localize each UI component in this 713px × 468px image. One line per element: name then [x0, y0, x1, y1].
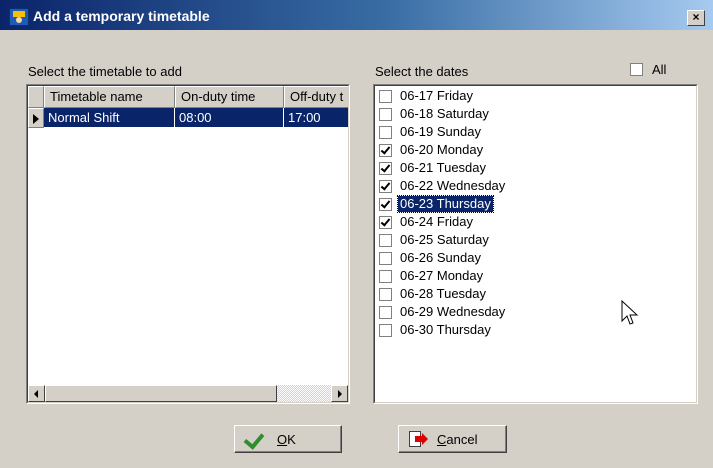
date-label[interactable]: 06-30 Thursday — [398, 322, 493, 338]
timetable-section-label: Select the timetable to add — [28, 64, 182, 79]
date-label[interactable]: 06-28 Tuesday — [398, 286, 488, 302]
cancel-button-label: Cancel — [437, 432, 478, 447]
ok-button[interactable]: OK — [234, 425, 342, 453]
date-label[interactable]: 06-20 Monday — [398, 142, 485, 158]
column-header-on-duty-time[interactable]: On-duty time — [175, 86, 284, 108]
scroll-left-button[interactable] — [28, 385, 45, 402]
checkmark-icon — [380, 216, 391, 227]
date-list-item[interactable]: 06-26 Sunday — [379, 250, 619, 268]
row-indicator — [28, 108, 44, 128]
date-list-item[interactable]: 06-19 Sunday — [379, 124, 619, 142]
checkmark-icon — [243, 428, 265, 450]
date-list-item[interactable]: 06-17 Friday — [379, 88, 619, 106]
date-label[interactable]: 06-17 Friday — [398, 88, 475, 104]
date-label[interactable]: 06-22 Wednesday — [398, 178, 507, 194]
date-list-item[interactable]: 06-22 Wednesday — [379, 178, 619, 196]
date-checkbox[interactable] — [379, 234, 392, 247]
column-header-off-duty-time[interactable]: Off-duty t — [284, 86, 348, 108]
cancel-button[interactable]: Cancel — [398, 425, 507, 453]
date-label[interactable]: 06-29 Wednesday — [398, 304, 507, 320]
mouse-pointer-icon — [621, 300, 639, 325]
date-label[interactable]: 06-23 Thursday — [397, 195, 494, 213]
horizontal-scrollbar[interactable] — [28, 385, 348, 402]
date-checkbox[interactable] — [379, 198, 392, 211]
date-list-item[interactable]: 06-21 Tuesday — [379, 160, 619, 178]
ok-button-label: OK — [277, 432, 296, 447]
title-bar[interactable]: Add a temporary timetable × — [0, 0, 713, 30]
cancel-arrow-icon — [409, 431, 428, 447]
date-list-item[interactable]: 06-20 Monday — [379, 142, 619, 160]
dates-list[interactable]: 06-17 Friday 06-18 Saturday 06-19 Sunday 06… — [373, 84, 698, 404]
date-label[interactable]: 06-19 Sunday — [398, 124, 483, 140]
date-checkbox[interactable] — [379, 90, 392, 103]
date-list-item[interactable]: 06-25 Saturday — [379, 232, 619, 250]
date-list-item[interactable]: 06-27 Monday — [379, 268, 619, 286]
date-list-item[interactable]: 06-28 Tuesday — [379, 286, 619, 304]
arrow-left-icon — [34, 390, 38, 398]
grid-header: Timetable name On-duty time Off-duty t — [28, 86, 348, 108]
date-checkbox[interactable] — [379, 252, 392, 265]
date-list-item[interactable]: 06-29 Wednesday — [379, 304, 619, 322]
date-checkbox[interactable] — [379, 180, 392, 193]
timetable-grid[interactable]: Timetable name On-duty time Off-duty t N… — [26, 84, 350, 404]
checkmark-icon — [380, 198, 391, 209]
date-checkbox[interactable] — [379, 270, 392, 283]
date-list-item[interactable]: 06-30 Thursday — [379, 322, 619, 340]
dialog-window: Add a temporary timetable × Select the t… — [0, 0, 713, 468]
arrow-right-icon — [338, 390, 342, 398]
date-checkbox[interactable] — [379, 216, 392, 229]
cell-timetable-name[interactable]: Normal Shift — [44, 108, 175, 128]
row-pointer-icon — [33, 114, 39, 124]
date-label[interactable]: 06-27 Monday — [398, 268, 485, 284]
scroll-thumb[interactable] — [45, 385, 277, 402]
all-checkbox-label[interactable]: All — [652, 62, 666, 77]
checkmark-icon — [380, 144, 391, 155]
table-row[interactable]: Normal Shift 08:00 17:00 — [28, 108, 348, 128]
date-list-item[interactable]: 06-18 Saturday — [379, 106, 619, 124]
date-label[interactable]: 06-24 Friday — [398, 214, 475, 230]
date-label[interactable]: 06-18 Saturday — [398, 106, 491, 122]
date-checkbox[interactable] — [379, 108, 392, 121]
date-label[interactable]: 06-21 Tuesday — [398, 160, 488, 176]
date-list-item[interactable]: 06-24 Friday — [379, 214, 619, 232]
dialog-title: Add a temporary timetable — [33, 8, 210, 24]
all-checkbox[interactable] — [630, 63, 643, 76]
date-checkbox[interactable] — [379, 162, 392, 175]
date-checkbox[interactable] — [379, 126, 392, 139]
date-checkbox[interactable] — [379, 324, 392, 337]
column-header-timetable-name[interactable]: Timetable name — [44, 86, 175, 108]
cell-on-duty-time[interactable]: 08:00 — [175, 108, 284, 128]
date-checkbox[interactable] — [379, 144, 392, 157]
checkmark-icon — [380, 180, 391, 191]
date-list-item[interactable]: 06-23 Thursday — [379, 195, 619, 214]
checkmark-icon — [380, 162, 391, 173]
app-icon — [9, 8, 29, 26]
header-indicator-cell — [28, 86, 44, 108]
scroll-right-button[interactable] — [331, 385, 348, 402]
date-label[interactable]: 06-26 Sunday — [398, 250, 483, 266]
cell-off-duty-time[interactable]: 17:00 — [284, 108, 348, 128]
date-label[interactable]: 06-25 Saturday — [398, 232, 491, 248]
dates-section-label: Select the dates — [375, 64, 469, 79]
date-checkbox[interactable] — [379, 306, 392, 319]
scroll-track[interactable] — [277, 385, 333, 402]
date-checkbox[interactable] — [379, 288, 392, 301]
close-button[interactable]: × — [687, 10, 705, 26]
